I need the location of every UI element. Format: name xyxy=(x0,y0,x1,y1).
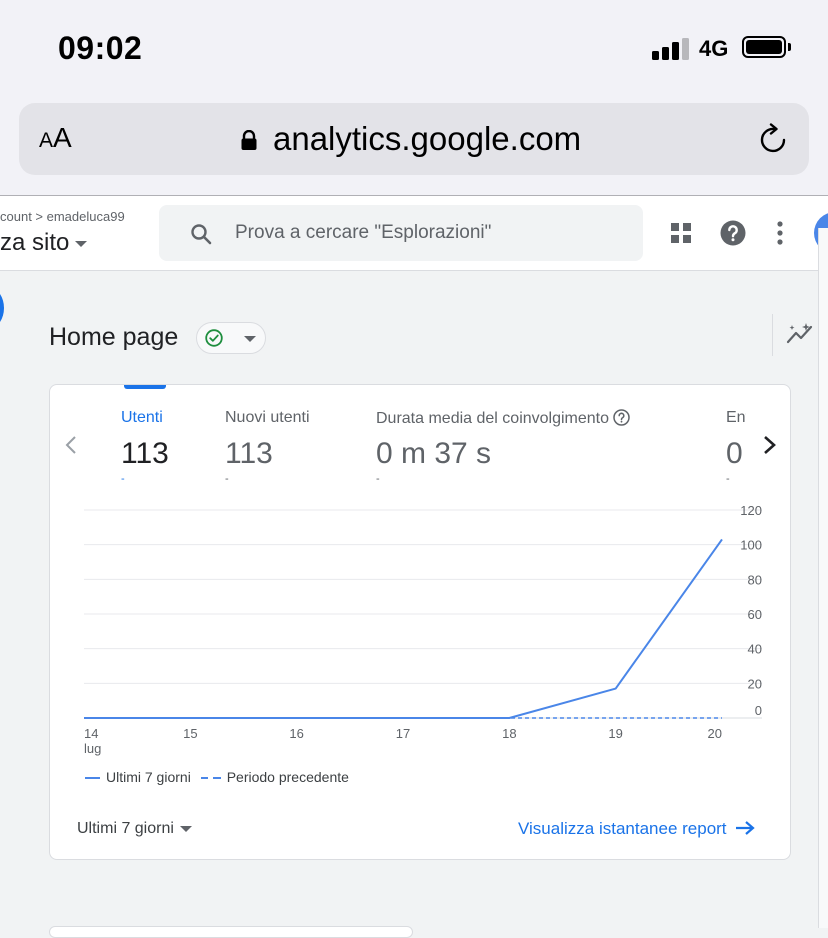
x-tick-label: 17 xyxy=(396,726,410,741)
app-header: count > emadeluca99 za sito xyxy=(0,196,828,271)
chevron-down-icon xyxy=(75,240,88,247)
check-circle-icon xyxy=(205,329,223,347)
address-bar[interactable]: AA analytics.google.com xyxy=(19,103,809,175)
date-range-label: Ultimi 7 giorni xyxy=(77,820,174,837)
x-tick-label: 18 xyxy=(502,726,516,741)
status-bar: 09:02 4G xyxy=(0,0,828,96)
y-tick-label: 100 xyxy=(740,538,762,553)
x-tick-sublabel: lug xyxy=(84,741,101,756)
legend-item: Periodo precedente xyxy=(200,769,349,785)
insights-icon[interactable] xyxy=(786,322,814,346)
search-icon xyxy=(191,224,212,245)
reload-icon[interactable] xyxy=(757,123,791,157)
search-input[interactable] xyxy=(235,205,625,261)
x-tick-label: 19 xyxy=(608,726,622,741)
chevron-down-icon xyxy=(244,336,256,342)
status-chip[interactable] xyxy=(196,322,266,354)
x-tick-label: 20 xyxy=(708,726,722,741)
nav-fab-edge[interactable] xyxy=(0,288,4,328)
y-tick-label: 60 xyxy=(748,607,762,622)
chevron-down-icon xyxy=(179,825,192,832)
x-tick-label: 14 xyxy=(84,726,98,741)
breadcrumb[interactable]: count > emadeluca99 xyxy=(0,209,125,224)
apps-grid-icon[interactable] xyxy=(670,222,692,244)
report-link-label: Visualizza istantanee report xyxy=(518,819,727,838)
signal-icon xyxy=(652,38,690,60)
overview-card: Utenti 113 - Nuovi utenti 113 - Durata m… xyxy=(49,384,791,860)
battery-tip xyxy=(788,43,791,51)
y-tick-label: 80 xyxy=(748,572,762,587)
legend-swatch-dashed xyxy=(200,777,221,780)
page-title: Home page xyxy=(49,323,179,351)
network-type: 4G xyxy=(699,36,729,61)
x-tick-label: 15 xyxy=(183,726,197,741)
more-vert-icon[interactable] xyxy=(770,220,790,246)
x-tick-label: 16 xyxy=(289,726,303,741)
y-tick-label: 0 xyxy=(755,703,762,718)
search-box[interactable] xyxy=(159,205,643,261)
chart-legend: Ultimi 7 giorni Periodo precedente xyxy=(85,769,355,785)
date-range-selector[interactable]: Ultimi 7 giorni xyxy=(77,820,192,838)
arrow-right-icon xyxy=(735,821,755,835)
text-size-button[interactable]: AA xyxy=(39,122,72,154)
legend-label: Periodo precedente xyxy=(226,769,349,785)
legend-swatch-solid xyxy=(85,777,100,780)
scrollbar[interactable] xyxy=(818,228,828,928)
help-icon[interactable] xyxy=(720,220,746,246)
y-tick-label: 20 xyxy=(748,676,762,691)
property-selector[interactable]: za sito xyxy=(0,229,88,257)
status-time: 09:02 xyxy=(58,30,143,66)
lock-icon xyxy=(241,130,257,150)
battery-icon xyxy=(742,36,786,58)
url-text[interactable]: analytics.google.com xyxy=(273,120,581,158)
property-name: za sito xyxy=(0,229,70,256)
y-tick-label: 40 xyxy=(748,642,762,657)
series-line-current xyxy=(84,538,723,719)
y-tick-label: 120 xyxy=(740,503,762,518)
browser-toolbar: AA analytics.google.com xyxy=(0,96,828,195)
view-report-link[interactable]: Visualizza istantanee report xyxy=(518,819,755,839)
legend-label: Ultimi 7 giorni xyxy=(106,769,191,785)
legend-item: Ultimi 7 giorni xyxy=(85,769,191,785)
divider xyxy=(772,314,773,356)
users-line-chart: 0 20 40 60 80 100 120 14lug 15 16 17 18 19 20 xyxy=(84,503,762,756)
